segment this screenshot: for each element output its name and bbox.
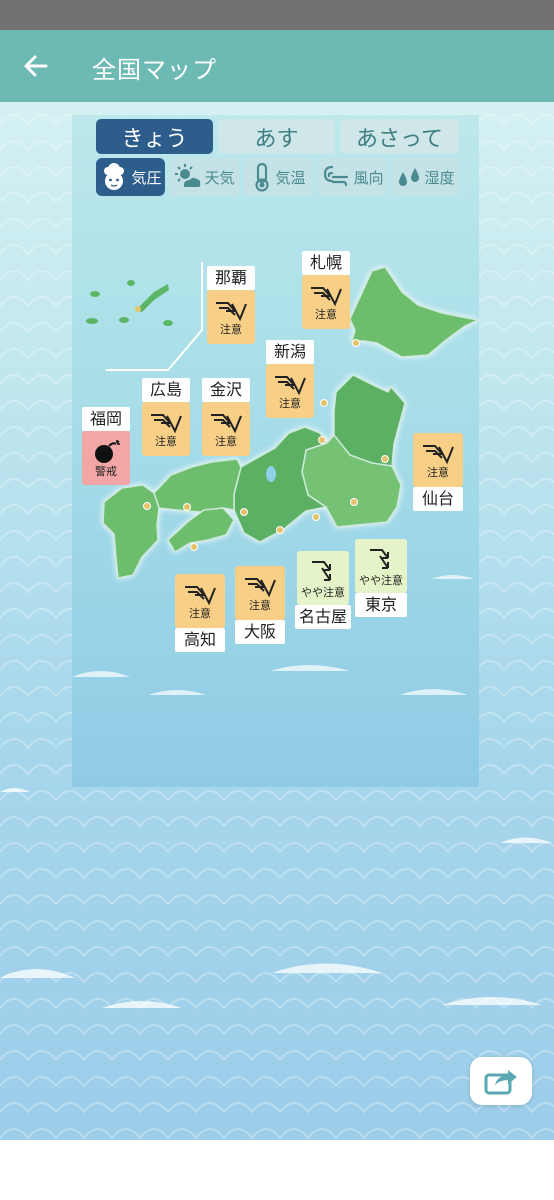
- city-hiroshima[interactable]: 広島 注意: [142, 378, 190, 456]
- tab-weather[interactable]: 天気: [170, 158, 239, 196]
- wind-icon: [324, 165, 349, 187]
- page-title: 全国マップ: [92, 56, 217, 84]
- city-name: 福岡: [82, 407, 130, 431]
- zutool-mascot-icon: [104, 163, 125, 190]
- share-button[interactable]: [470, 1057, 532, 1105]
- city-name: 名古屋: [295, 605, 352, 629]
- kyushu: [102, 484, 160, 579]
- city-kanazawa[interactable]: 金沢 注意: [202, 378, 250, 456]
- app-bar: 全国マップ: [0, 30, 554, 102]
- bottom-bar: [0, 1140, 554, 1200]
- city-name: 東京: [355, 593, 407, 617]
- droplets-icon: [399, 168, 420, 186]
- bomb-icon: [95, 439, 120, 463]
- pressure-wave-icon: [151, 413, 182, 433]
- tab-pressure[interactable]: 気圧: [96, 158, 165, 196]
- city-sendai[interactable]: 注意 仙台: [413, 433, 463, 511]
- share-icon: [484, 1070, 517, 1095]
- tab-tomorrow[interactable]: あす: [218, 119, 335, 154]
- warning-badge: やや注意: [297, 551, 349, 605]
- pressure-wave-icon: [275, 375, 306, 395]
- tab-today[interactable]: きょう: [96, 119, 213, 154]
- lake-biwa: [266, 466, 276, 482]
- arrow-left-icon[interactable]: [20, 51, 52, 81]
- down-arrow-wave-icon: [312, 560, 331, 581]
- shikoku: [167, 507, 235, 553]
- city-sapporo[interactable]: 札幌 注意: [302, 251, 350, 329]
- warning-badge: 注意: [202, 402, 250, 456]
- thermometer-icon: [255, 162, 270, 192]
- city-name: 那覇: [207, 266, 255, 290]
- tab-day-after-tomorrow[interactable]: あさって: [340, 119, 459, 154]
- mode-label: 風向: [353, 168, 384, 187]
- mode-tabs: 気圧 天気 気温 風向 湿度: [96, 158, 459, 196]
- status-bar: [0, 0, 554, 30]
- mode-label: 天気: [204, 168, 235, 187]
- okinawa-inset-line: [106, 262, 203, 371]
- pressure-wave-icon: [311, 286, 342, 306]
- mode-label: 気圧: [131, 168, 162, 187]
- warning-badge: 注意: [413, 433, 463, 487]
- warning-badge: やや注意: [355, 539, 407, 593]
- warning-badge: 注意: [207, 290, 255, 344]
- tab-wind[interactable]: 風向: [318, 158, 387, 196]
- city-kochi[interactable]: 注意 高知: [175, 574, 225, 652]
- pressure-wave-icon: [211, 413, 242, 433]
- okinawa-islands: [86, 280, 173, 326]
- tab-temperature[interactable]: 気温: [244, 158, 313, 196]
- warning-badge: 注意: [175, 574, 225, 628]
- city-name: 札幌: [302, 251, 350, 275]
- pressure-wave-icon: [216, 301, 247, 321]
- warning-badge: 注意: [302, 275, 350, 329]
- city-name: 高知: [175, 628, 225, 652]
- city-name: 大阪: [235, 620, 285, 644]
- sun-cloud-icon: [175, 164, 201, 187]
- pressure-wave-icon: [423, 444, 454, 464]
- city-name: 仙台: [413, 487, 463, 511]
- mode-label: 湿度: [424, 168, 455, 187]
- day-tabs: きょう あす あさって: [96, 119, 459, 154]
- tab-humidity[interactable]: 湿度: [392, 158, 459, 196]
- city-name: 広島: [142, 378, 190, 402]
- city-name: 金沢: [202, 378, 250, 402]
- city-nagoya[interactable]: やや注意 名古屋: [295, 551, 352, 629]
- pressure-wave-icon: [185, 585, 216, 605]
- pressure-wave-icon: [245, 577, 276, 597]
- down-arrow-wave-icon: [370, 548, 389, 569]
- kinki-chugoku: [153, 458, 242, 513]
- city-name: 新潟: [266, 340, 314, 364]
- warning-badge: 注意: [142, 402, 190, 456]
- city-fukuoka[interactable]: 福岡 警戒: [82, 407, 130, 485]
- city-osaka[interactable]: 注意 大阪: [235, 566, 285, 644]
- warning-badge: 注意: [235, 566, 285, 620]
- warning-badge: 注意: [266, 364, 314, 418]
- city-niigata[interactable]: 新潟 注意: [266, 340, 314, 418]
- city-naha[interactable]: 那覇 注意: [207, 266, 255, 344]
- warning-badge: 警戒: [82, 431, 130, 485]
- city-tokyo[interactable]: やや注意 東京: [355, 539, 407, 617]
- hokkaido: [349, 266, 479, 358]
- mode-label: 気温: [275, 168, 306, 187]
